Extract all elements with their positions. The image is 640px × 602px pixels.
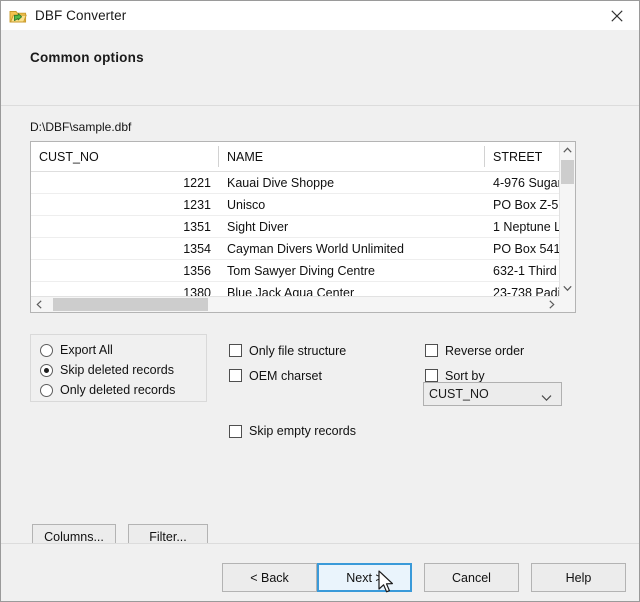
middle-options-column: Only file structure OEM charset (229, 338, 346, 388)
cell-name: Sight Diver (219, 216, 485, 238)
cell-name: Unisco (219, 194, 485, 216)
cell-street: 632-1 Third (485, 260, 559, 282)
table-row[interactable]: 1380 Blue Jack Aqua Center 23-738 Padi (31, 282, 559, 297)
column-header-cust-no[interactable]: CUST_NO (31, 142, 219, 172)
right-options-column: Reverse order Sort by (425, 338, 524, 388)
cell-cust-no: 1231 (31, 194, 219, 216)
column-header-name[interactable]: NAME (219, 142, 485, 172)
cell-street: PO Box 541 (485, 238, 559, 260)
checkbox-only-file-structure[interactable]: Only file structure (229, 338, 346, 363)
grid-viewport: CUST_NO NAME STREET (31, 142, 559, 296)
table-row[interactable]: 1356 Tom Sawyer Diving Centre 632-1 Thir… (31, 260, 559, 282)
cell-name: Kauai Dive Shoppe (219, 172, 485, 194)
checkbox-label: Skip empty records (249, 424, 356, 438)
radio-label: Only deleted records (60, 383, 175, 397)
table-header-row: CUST_NO NAME STREET (31, 142, 559, 172)
grid-horizontal-scrollbar[interactable] (31, 296, 559, 312)
sort-field-select[interactable]: CUST_NO (423, 382, 562, 406)
cell-street: 1 Neptune L (485, 216, 559, 238)
preview-grid: CUST_NO NAME STREET (30, 141, 576, 313)
table-row[interactable]: 1354 Cayman Divers World Unlimited PO Bo… (31, 238, 559, 260)
page-header: Common options (1, 30, 639, 106)
grid-vertical-scrollbar[interactable] (559, 142, 575, 296)
dbf-converter-window: DBF Converter Common options D:\DBF\samp… (0, 0, 640, 602)
cell-name: Tom Sawyer Diving Centre (219, 260, 485, 282)
cancel-button[interactable]: Cancel (424, 563, 519, 592)
radio-skip-deleted-records[interactable]: Skip deleted records (40, 360, 206, 380)
cell-cust-no: 1221 (31, 172, 219, 194)
window-controls (594, 1, 639, 30)
column-header-label: STREET (493, 150, 542, 164)
checkbox-oem-charset[interactable]: OEM charset (229, 363, 346, 388)
next-button[interactable]: Next > (317, 563, 412, 592)
checkbox-indicator[interactable] (425, 369, 438, 382)
dbf-folder-icon (9, 7, 27, 25)
radio-label: Export All (60, 343, 113, 357)
checkbox-indicator[interactable] (425, 344, 438, 357)
radio-export-all[interactable]: Export All (40, 340, 206, 360)
help-button[interactable]: Help (531, 563, 626, 592)
page-title: Common options (30, 50, 144, 65)
preview-table: CUST_NO NAME STREET (31, 142, 559, 296)
cell-cust-no: 1354 (31, 238, 219, 260)
title-bar: DBF Converter (1, 1, 639, 30)
dialog-body: D:\DBF\sample.dbf CUST_NO NAME (1, 106, 639, 601)
radio-label: Skip deleted records (60, 363, 174, 377)
checkbox-label: OEM charset (249, 369, 322, 383)
cell-cust-no: 1380 (31, 282, 219, 297)
checkbox-label: Only file structure (249, 344, 346, 358)
radio-indicator[interactable] (40, 364, 53, 377)
column-header-label: NAME (227, 150, 263, 164)
radio-indicator[interactable] (40, 344, 53, 357)
checkbox-skip-empty-records[interactable]: Skip empty records (229, 421, 356, 441)
cell-name: Blue Jack Aqua Center (219, 282, 485, 297)
scroll-up-icon[interactable] (560, 142, 575, 158)
table-row[interactable]: 1351 Sight Diver 1 Neptune L (31, 216, 559, 238)
checkbox-label: Sort by (445, 369, 485, 383)
column-header-label: CUST_NO (39, 150, 99, 164)
radio-only-deleted-records[interactable]: Only deleted records (40, 380, 206, 400)
footer-button-bar: < Back Next > Cancel Help (1, 544, 639, 601)
records-mode-group: Export All Skip deleted records Only del… (30, 334, 207, 402)
cell-cust-no: 1351 (31, 216, 219, 238)
checkbox-skip-empty-row[interactable]: Skip empty records (229, 421, 356, 441)
vertical-scroll-thumb[interactable] (561, 160, 574, 184)
back-button[interactable]: < Back (222, 563, 317, 592)
close-icon[interactable] (594, 1, 639, 30)
scroll-left-icon[interactable] (31, 297, 47, 312)
scroll-right-icon[interactable] (543, 297, 559, 312)
window-title: DBF Converter (35, 8, 126, 23)
checkbox-indicator[interactable] (229, 369, 242, 382)
horizontal-scroll-thumb[interactable] (53, 298, 208, 311)
cell-street: 4-976 Sugar (485, 172, 559, 194)
cell-street: 23-738 Padi (485, 282, 559, 297)
checkbox-reverse-order[interactable]: Reverse order (425, 338, 524, 363)
scrollbar-corner (559, 296, 575, 312)
checkbox-label: Reverse order (445, 344, 524, 358)
scroll-down-icon[interactable] (560, 280, 575, 296)
table-row[interactable]: 1221 Kauai Dive Shoppe 4-976 Sugar (31, 172, 559, 194)
checkbox-indicator[interactable] (229, 344, 242, 357)
column-header-street[interactable]: STREET (485, 142, 559, 172)
radio-indicator[interactable] (40, 384, 53, 397)
source-file-path: D:\DBF\sample.dbf (30, 120, 131, 134)
checkbox-indicator[interactable] (229, 425, 242, 438)
table-row[interactable]: 1231 Unisco PO Box Z-5 (31, 194, 559, 216)
cell-name: Cayman Divers World Unlimited (219, 238, 485, 260)
cell-cust-no: 1356 (31, 260, 219, 282)
cell-street: PO Box Z-5 (485, 194, 559, 216)
